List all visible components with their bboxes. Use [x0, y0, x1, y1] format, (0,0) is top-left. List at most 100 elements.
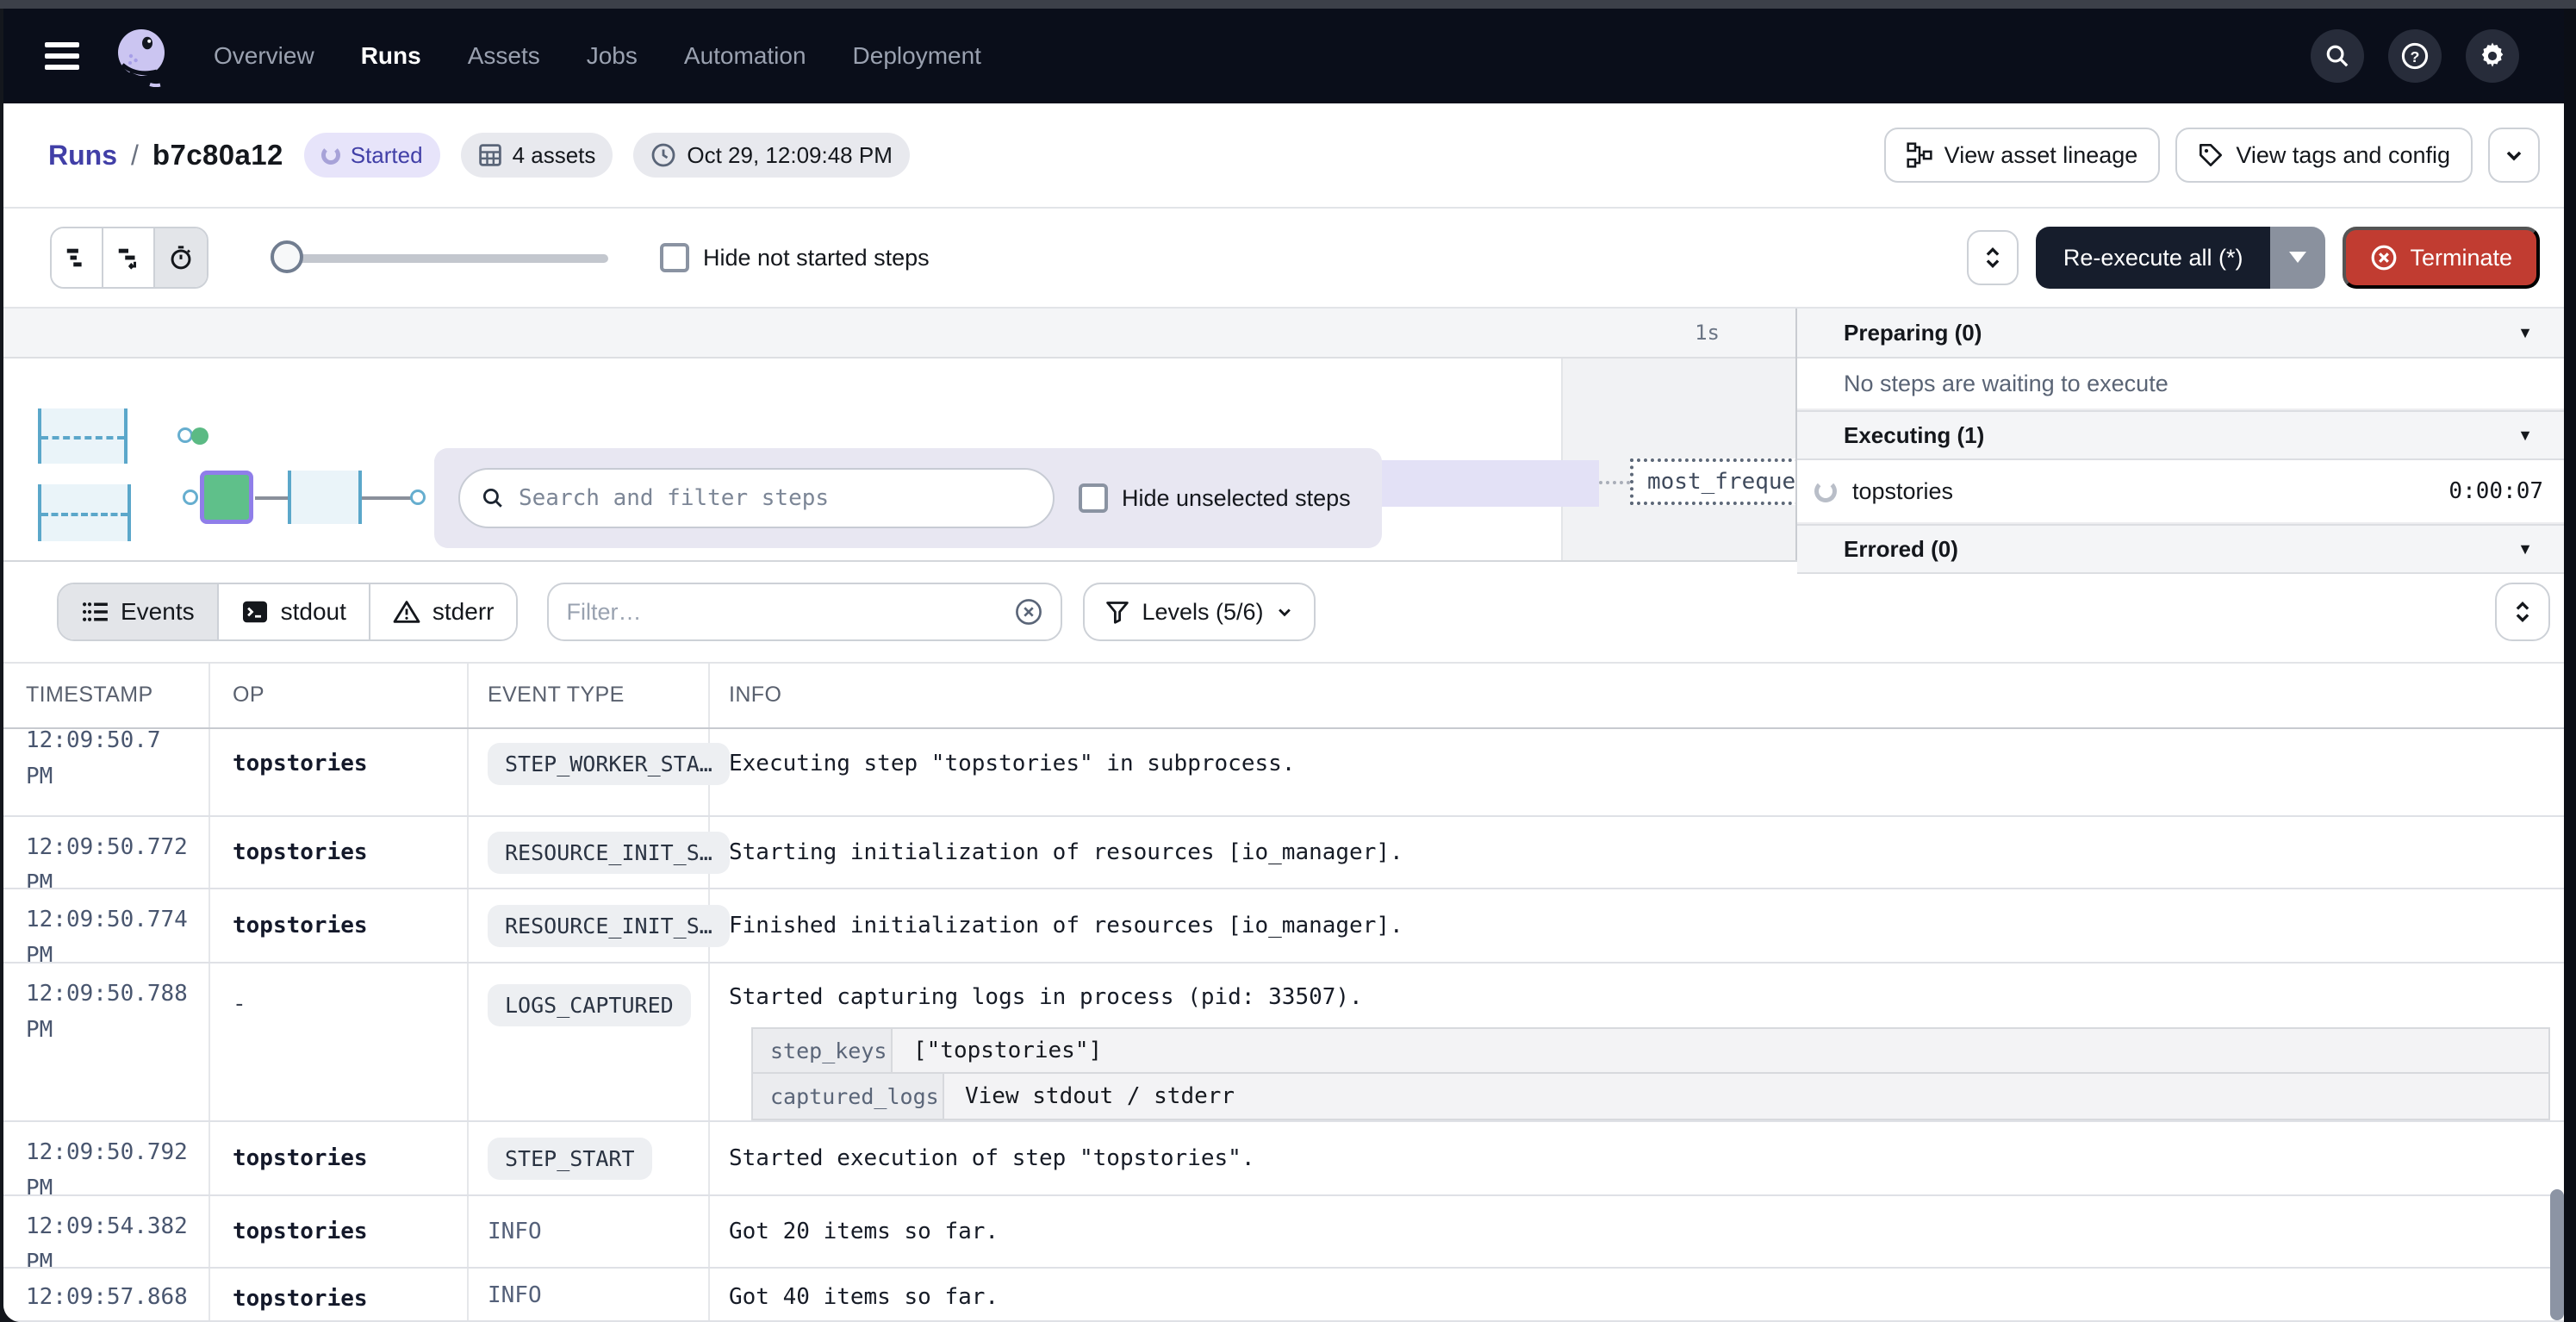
log-info: Got 40 items so far. [710, 1269, 2564, 1320]
log-row[interactable]: 12:09:54.382PM topstories INFO Got 20 it… [3, 1196, 2564, 1269]
search-icon[interactable] [2311, 29, 2364, 83]
gantt-step-not-started-2[interactable] [38, 484, 131, 541]
log-op: topstories [210, 1196, 469, 1267]
status-spinner-icon [321, 146, 340, 165]
help-icon[interactable]: ? [2388, 29, 2442, 83]
gantt-canvas[interactable]: most_frequent Hide unselected steps [3, 359, 1799, 560]
lineage-icon [1907, 142, 1932, 168]
view-tags-config-label: View tags and config [2236, 142, 2450, 169]
gantt-junction-circle-right [410, 490, 426, 505]
collapse-chevron-icon: ▼ [2517, 324, 2533, 342]
waterfall-view-icon[interactable] [103, 228, 155, 287]
tab-events-label: Events [121, 598, 195, 626]
hamburger-menu-icon[interactable] [45, 42, 79, 70]
executing-elapsed-time: 0:00:07 [2448, 478, 2543, 504]
col-header-info[interactable]: INFO [710, 664, 2564, 727]
reexecute-all-button[interactable]: Re-execute all (*) [2036, 227, 2271, 289]
clock-icon [650, 142, 676, 168]
log-info: Started execution of step "topstories". [710, 1122, 2564, 1194]
col-header-timestamp[interactable]: TIMESTAMP [3, 664, 210, 727]
log-panel-resize-button[interactable] [2495, 583, 2550, 641]
log-filter-input[interactable] [566, 599, 1000, 626]
event-type-chip: RESOURCE_INIT_S… [488, 905, 730, 947]
grid-icon [478, 143, 502, 167]
breadcrumb-runs-link[interactable]: Runs [48, 140, 117, 171]
gantt-chart-section: 1s most_frequent Hide unselecte [3, 309, 2564, 562]
tab-stderr[interactable]: stderr [370, 584, 517, 639]
executing-step-row[interactable]: topstories 0:00:07 [1797, 460, 2564, 524]
gantt-step-succeeded-selected[interactable] [200, 471, 253, 524]
log-row[interactable]: 12:09:50.7PM topstories STEP_WORKER_STA…… [3, 729, 2564, 817]
nav-icon-group: ? [2311, 29, 2540, 83]
gantt-view-mode-group [50, 227, 208, 289]
log-op: - [210, 963, 469, 1120]
header-more-chevron-button[interactable] [2488, 128, 2540, 183]
assets-badge[interactable]: 4 assets [461, 133, 613, 178]
nav-item-automation[interactable]: Automation [684, 42, 806, 70]
nav-item-assets[interactable]: Assets [468, 42, 540, 70]
log-row[interactable]: 12:09:50.788PM - LOGS_CAPTURED Started c… [3, 963, 2564, 1122]
terminate-button[interactable]: Terminate [2343, 227, 2540, 289]
log-filter-box [547, 583, 1062, 641]
preparing-section-header[interactable]: Preparing (0) ▼ [1797, 309, 2564, 359]
nav-item-overview[interactable]: Overview [214, 42, 314, 70]
chevron-down-icon [2504, 145, 2524, 165]
log-timestamp: 12:09:50.788 [26, 981, 188, 1007]
page-scrollbar-thumb[interactable] [2550, 1189, 2564, 1320]
nav-item-deployment[interactable]: Deployment [853, 42, 981, 70]
gear-icon[interactable] [2466, 29, 2519, 83]
clear-filter-icon[interactable] [1014, 597, 1043, 627]
log-info: Started capturing logs in process (pid: … [729, 984, 2564, 1010]
event-type-chip: RESOURCE_INIT_S… [488, 832, 730, 874]
gantt-step-not-started-1[interactable] [38, 408, 128, 464]
gantt-zoom-slider[interactable] [271, 240, 608, 275]
nav-item-runs[interactable]: Runs [361, 42, 421, 70]
executing-section-header[interactable]: Executing (1) ▼ [1797, 410, 2564, 460]
col-header-event-type[interactable]: EVENT TYPE [469, 664, 710, 727]
levels-dropdown-button[interactable]: Levels (5/6) [1083, 583, 1315, 641]
gantt-toolbar: Hide not started steps Re-execute all (*… [3, 209, 2564, 309]
view-asset-lineage-button[interactable]: View asset lineage [1884, 128, 2161, 183]
log-row[interactable]: 12:09:50.772PM topstories RESOURCE_INIT_… [3, 817, 2564, 889]
slider-track[interactable] [271, 254, 608, 263]
timeline-tick-1s: 1s [1695, 321, 1720, 345]
updown-chevrons-icon [2513, 600, 2532, 624]
errored-title: Errored (0) [1844, 536, 1958, 563]
tab-stdout[interactable]: stdout [219, 584, 370, 639]
metadata-row: captured_logs View stdout / stderr [753, 1074, 2548, 1119]
gantt-label-connector [1599, 481, 1630, 484]
gantt-timeline-axis: 1s [3, 309, 1799, 359]
slider-knob[interactable] [271, 240, 303, 273]
start-time-label: Oct 29, 12:09:48 PM [687, 142, 892, 169]
tab-events[interactable]: Events [59, 584, 219, 639]
log-timestamp: 12:09:57.868 [26, 1284, 188, 1310]
svg-text:?: ? [2411, 48, 2420, 65]
reexecute-options-caret[interactable] [2270, 227, 2325, 289]
gantt-step-label[interactable]: most_frequent [1630, 458, 1799, 505]
view-stdout-stderr-link[interactable]: View stdout / stderr [944, 1074, 1255, 1119]
log-row[interactable]: 12:09:57.868PM topstories INFO Got 40 it… [3, 1269, 2564, 1322]
hide-unselected-checkbox[interactable] [1079, 483, 1108, 513]
tab-stdout-label: stdout [281, 598, 346, 626]
dagster-logo-icon[interactable] [110, 25, 172, 87]
log-row[interactable]: 12:09:50.792PM topstories STEP_START Sta… [3, 1122, 2564, 1196]
view-tags-config-button[interactable]: View tags and config [2175, 128, 2473, 183]
page-scrollbar-track[interactable] [2564, 9, 2576, 1322]
hide-not-started-checkbox[interactable] [660, 243, 689, 272]
status-badge[interactable]: Started [304, 133, 440, 178]
executing-step-name: topstories [1852, 478, 1953, 505]
caret-down-icon [2289, 252, 2306, 264]
timed-view-icon[interactable] [155, 228, 207, 287]
gantt-search-input[interactable] [519, 485, 1032, 511]
gantt-step-pending[interactable] [288, 471, 362, 524]
log-row[interactable]: 12:09:50.774PM topstories RESOURCE_INIT_… [3, 889, 2564, 963]
status-label: Started [351, 142, 423, 169]
col-header-op[interactable]: OP [210, 664, 469, 727]
preparing-empty-row: No steps are waiting to execute [1797, 359, 2564, 410]
panel-resize-button[interactable] [1967, 230, 2019, 285]
gantt-running-step-dot[interactable] [191, 427, 208, 445]
errored-section-header[interactable]: Errored (0) ▼ [1797, 524, 2564, 574]
nav-item-jobs[interactable]: Jobs [587, 42, 638, 70]
tag-icon [2198, 142, 2224, 168]
flat-view-icon[interactable] [52, 228, 103, 287]
